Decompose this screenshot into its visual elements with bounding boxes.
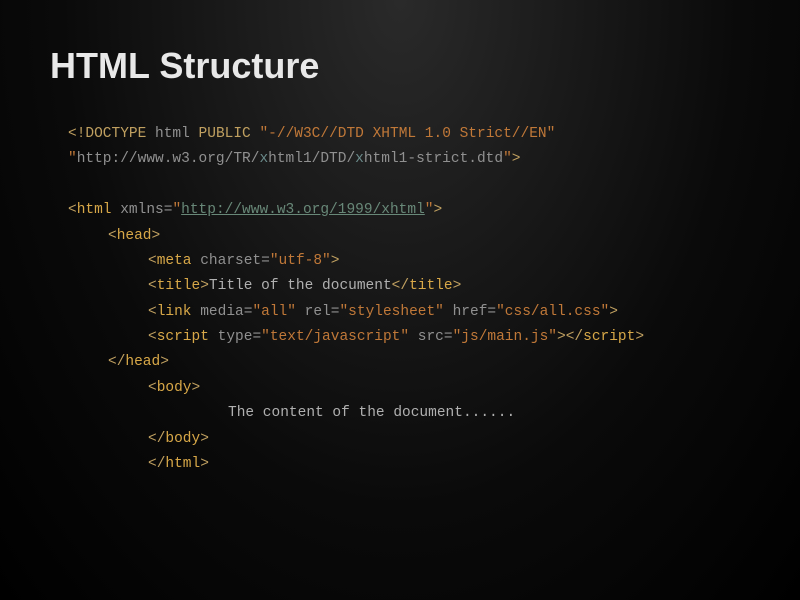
slide-title: HTML Structure: [50, 45, 750, 87]
doctype-line-1: <!DOCTYPE html PUBLIC "-//W3C//DTD XHTML…: [68, 122, 750, 147]
body-content-line: The content of the document......: [68, 401, 750, 426]
html-open-line: <html xmlns="http://www.w3.org/1999/xhtm…: [68, 198, 750, 223]
body-open-line: <body>: [68, 376, 750, 401]
slide-content: HTML Structure <!DOCTYPE html PUBLIC "-/…: [0, 0, 800, 522]
doctype-line-2: "http://www.w3.org/TR/xhtml1/DTD/xhtml1-…: [68, 147, 750, 172]
blank-line: [68, 173, 750, 198]
html-close-line: </html>: [68, 452, 750, 477]
code-block: <!DOCTYPE html PUBLIC "-//W3C//DTD XHTML…: [50, 122, 750, 477]
head-close-line: </head>: [68, 350, 750, 375]
head-open-line: <head>: [68, 224, 750, 249]
meta-line: <meta charset="utf-8">: [68, 249, 750, 274]
body-close-line: </body>: [68, 427, 750, 452]
script-line: <script type="text/javascript" src="js/m…: [68, 325, 750, 350]
title-line: <title>Title of the document</title>: [68, 274, 750, 299]
link-line: <link media="all" rel="stylesheet" href=…: [68, 300, 750, 325]
